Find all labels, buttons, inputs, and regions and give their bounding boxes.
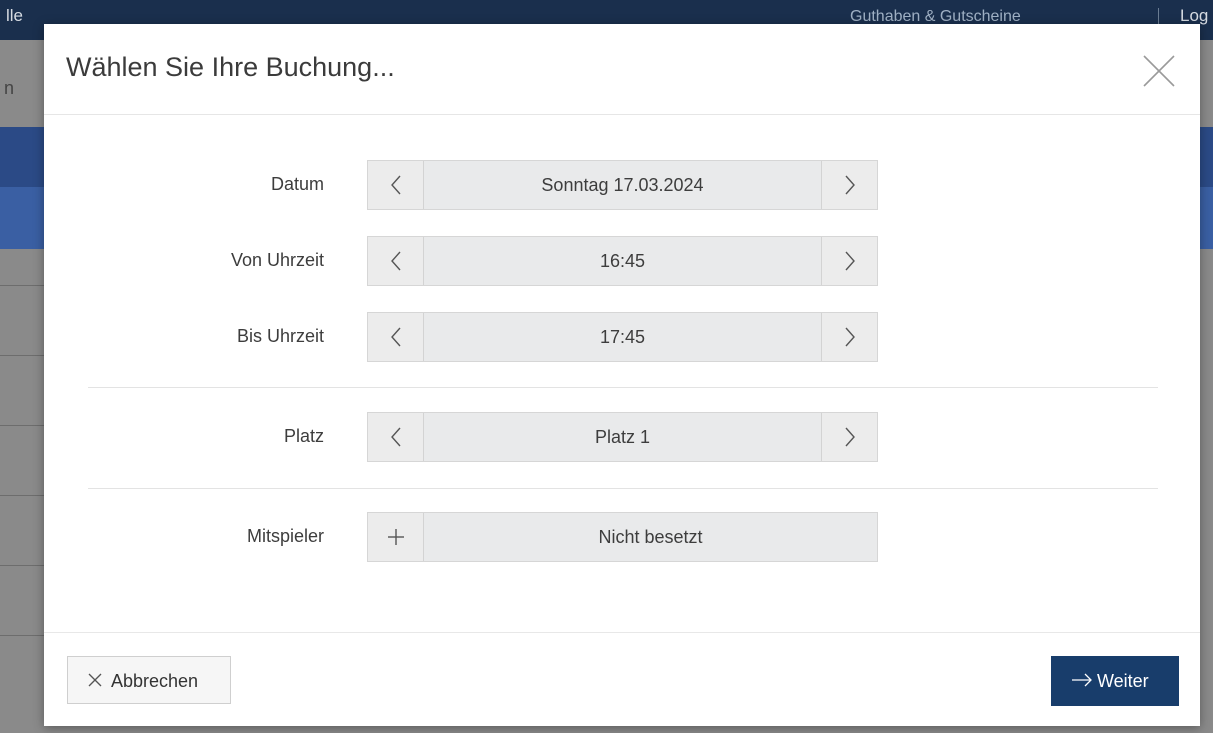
start-time-prev-button[interactable]: [368, 237, 424, 285]
next-button-label: Weiter: [1097, 671, 1149, 691]
dialog-footer: Abbrechen Weiter: [44, 632, 1200, 727]
background-row-line: [0, 495, 44, 496]
chevron-right-icon: [844, 175, 855, 195]
add-partner-button[interactable]: [368, 513, 424, 561]
end-time-value: 17:45: [599, 327, 646, 347]
start-time-selector: 16:45: [367, 236, 878, 286]
start-time-value: 16:45: [599, 251, 646, 271]
partner-selector: Nicht besetzt: [367, 512, 878, 562]
background-row-line: [0, 355, 44, 356]
court-label: Platz: [283, 426, 324, 446]
court-prev-button[interactable]: [368, 413, 424, 461]
date-selector: Sonntag 17.03.2024: [367, 160, 878, 210]
dialog-title: Wählen Sie Ihre Buchung...: [66, 52, 395, 82]
chevron-right-icon: [844, 327, 855, 347]
section-divider: [88, 387, 1158, 388]
end-time-row: Bis Uhrzeit 17:45: [44, 312, 1200, 364]
chevron-right-icon: [844, 427, 855, 447]
chevron-right-icon: [844, 251, 855, 271]
background-highlight-band: [0, 187, 44, 249]
date-label: Datum: [270, 174, 324, 194]
court-value: Platz 1: [594, 427, 651, 447]
end-time-prev-button[interactable]: [368, 313, 424, 361]
start-time-label: Von Uhrzeit: [230, 250, 324, 270]
end-time-label: Bis Uhrzeit: [236, 326, 324, 346]
background-highlight-band: [1200, 187, 1213, 249]
background-nav-text-left: lle: [6, 6, 24, 25]
background-highlight-band: [0, 127, 44, 187]
cancel-button-label: Abbrechen: [111, 671, 199, 691]
court-row: Platz Platz 1: [44, 412, 1200, 464]
background-row-line: [0, 425, 44, 426]
section-divider: [88, 488, 1158, 489]
plus-icon: [387, 529, 404, 545]
cancel-button[interactable]: Abbrechen: [67, 656, 231, 704]
close-icon: [88, 673, 102, 687]
end-time-next-button[interactable]: [821, 313, 877, 361]
dialog-header: Wählen Sie Ihre Buchung...: [44, 24, 1200, 115]
booking-dialog: Wählen Sie Ihre Buchung... Datum Sonntag…: [44, 24, 1200, 726]
chevron-left-icon: [390, 327, 401, 347]
background-left-area: n: [0, 40, 44, 733]
background-right-area: [1200, 40, 1213, 733]
background-row-line: [0, 285, 44, 286]
end-time-selector: 17:45: [367, 312, 878, 362]
background-highlight-band: [1200, 127, 1213, 187]
court-selector: Platz 1: [367, 412, 878, 462]
date-prev-button[interactable]: [368, 161, 424, 209]
background-nav-login: Log: [1180, 6, 1209, 25]
background-bottom-area: [0, 726, 1213, 733]
background-row-line: [0, 635, 44, 636]
date-row: Datum Sonntag 17.03.2024: [44, 160, 1200, 212]
background-left-fragment: n: [4, 78, 15, 98]
close-icon: [1143, 55, 1175, 87]
chevron-left-icon: [390, 175, 401, 195]
date-value: Sonntag 17.03.2024: [541, 175, 704, 195]
arrow-right-icon: [1072, 673, 1092, 687]
partner-row: Mitspieler Nicht besetzt: [44, 512, 1200, 564]
partner-value: Nicht besetzt: [598, 527, 703, 547]
start-time-row: Von Uhrzeit 16:45: [44, 236, 1200, 288]
next-button[interactable]: Weiter: [1051, 656, 1179, 706]
background-row-line: [0, 565, 44, 566]
start-time-next-button[interactable]: [821, 237, 877, 285]
date-next-button[interactable]: [821, 161, 877, 209]
partner-label: Mitspieler: [246, 526, 324, 546]
chevron-left-icon: [390, 251, 401, 271]
close-button[interactable]: [1140, 52, 1178, 90]
chevron-left-icon: [390, 427, 401, 447]
court-next-button[interactable]: [821, 413, 877, 461]
